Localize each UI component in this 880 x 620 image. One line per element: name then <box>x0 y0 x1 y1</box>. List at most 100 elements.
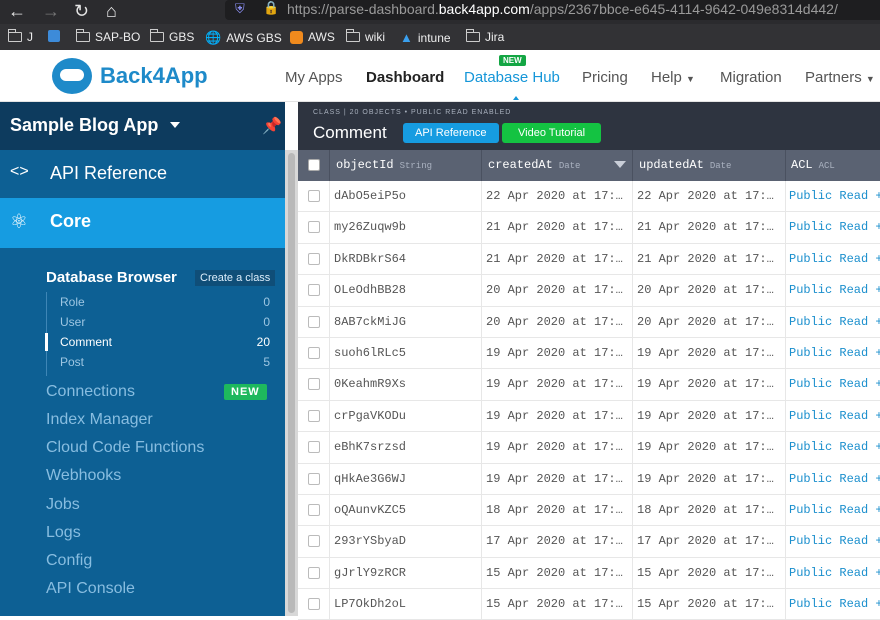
cell-createdat[interactable]: 20 Apr 2020 at 17:… <box>482 306 633 338</box>
bookmark-wiki[interactable]: wiki <box>346 29 385 44</box>
video-tutorial-button[interactable]: Video Tutorial <box>502 123 602 143</box>
back4app-logo[interactable]: Back4App <box>52 58 208 94</box>
cell-updatedat[interactable]: 20 Apr 2020 at 17:… <box>633 275 786 307</box>
nav-help[interactable]: Help ▼ <box>651 69 695 86</box>
row-checkbox-cell[interactable] <box>298 243 330 275</box>
table-row[interactable]: dAbO5eiP5o 22 Apr 2020 at 17:… 22 Apr 2020… <box>298 181 880 213</box>
cell-objectid[interactable]: 293rYSbyaD <box>330 526 482 558</box>
row-checkbox[interactable] <box>308 221 320 234</box>
cell-acl[interactable]: Public Read + <box>786 338 880 369</box>
sidebar-item-api-reference[interactable]: <> API Reference <box>0 150 285 198</box>
column-updatedat[interactable]: updatedAt Date <box>633 150 786 181</box>
cell-createdat[interactable]: 22 Apr 2020 at 17:… <box>482 181 633 212</box>
cell-createdat[interactable]: 21 Apr 2020 at 17:… <box>482 243 633 275</box>
sidebar-link-index-manager[interactable]: Index Manager <box>46 411 153 429</box>
row-checkbox-cell[interactable] <box>298 463 330 495</box>
cell-updatedat[interactable]: 17 Apr 2020 at 17:… <box>633 526 786 558</box>
cell-createdat[interactable]: 19 Apr 2020 at 17:… <box>482 369 633 401</box>
cell-objectid[interactable]: crPgaVKODu <box>330 400 482 432</box>
cell-createdat[interactable]: 15 Apr 2020 at 17:… <box>482 589 633 620</box>
table-row[interactable]: gJrlY9zRCR 15 Apr 2020 at 17:… 15 Apr 2020… <box>298 557 880 590</box>
forward-arrow-icon[interactable]: → <box>42 0 60 22</box>
table-row[interactable]: qHkAe3G6WJ 19 Apr 2020 at 17:… 19 Apr 2020… <box>298 463 880 495</box>
column-acl[interactable]: ACL ACL <box>786 150 880 181</box>
cell-acl[interactable]: Public Read + <box>786 307 880 338</box>
cell-acl[interactable]: Public Read + <box>786 464 880 495</box>
cell-objectid[interactable]: oQAunvKZC5 <box>330 494 482 526</box>
row-checkbox-cell[interactable] <box>298 337 330 369</box>
bookmark-j[interactable]: J <box>8 29 33 44</box>
cell-createdat[interactable]: 21 Apr 2020 at 17:… <box>482 212 633 244</box>
cell-acl[interactable]: Public Read + <box>786 558 880 589</box>
column-objectid[interactable]: objectId String <box>330 150 482 181</box>
row-checkbox-cell[interactable] <box>298 494 330 526</box>
sidebar-link-logs[interactable]: Logs <box>46 524 81 542</box>
class-item-role[interactable]: Role 0 <box>60 295 270 309</box>
class-item-comment[interactable]: Comment 20 <box>60 335 270 349</box>
bookmark-gbs[interactable]: GBS <box>150 29 194 44</box>
cell-updatedat[interactable]: 21 Apr 2020 at 17:… <box>633 212 786 244</box>
cell-objectid[interactable]: DkRDBkrS64 <box>330 243 482 275</box>
table-row[interactable]: 293rYSbyaD 17 Apr 2020 at 17:… 17 Apr 2020… <box>298 526 880 558</box>
cell-objectid[interactable]: OLeOdhBB28 <box>330 275 482 307</box>
cell-acl[interactable]: Public Read + <box>786 401 880 432</box>
cell-updatedat[interactable]: 19 Apr 2020 at 17:… <box>633 463 786 495</box>
nav-partners[interactable]: Partners ▼ <box>805 69 875 86</box>
class-item-user[interactable]: User 0 <box>60 315 270 329</box>
row-checkbox-cell[interactable] <box>298 212 330 244</box>
cell-updatedat[interactable]: 21 Apr 2020 at 17:… <box>633 243 786 275</box>
cell-objectid[interactable]: dAbO5eiP5o <box>330 181 482 212</box>
cell-acl[interactable]: Public Read + <box>786 495 880 526</box>
row-checkbox[interactable] <box>308 378 320 391</box>
table-row[interactable]: my26Zuqw9b 21 Apr 2020 at 17:… 21 Apr 2020… <box>298 212 880 244</box>
sidebar-link-config[interactable]: Config <box>46 552 92 570</box>
cell-acl[interactable]: Public Read + <box>786 432 880 463</box>
row-checkbox[interactable] <box>308 315 320 328</box>
bookmark-intune[interactable]: ▲ intune <box>400 30 451 45</box>
cell-acl[interactable]: Public Read + <box>786 589 880 620</box>
cell-createdat[interactable]: 20 Apr 2020 at 17:… <box>482 275 633 307</box>
home-icon[interactable]: ⌂ <box>106 0 117 22</box>
cell-updatedat[interactable]: 19 Apr 2020 at 17:… <box>633 400 786 432</box>
cell-updatedat[interactable]: 19 Apr 2020 at 17:… <box>633 337 786 369</box>
back-arrow-icon[interactable]: ← <box>8 0 26 22</box>
row-checkbox-cell[interactable] <box>298 369 330 401</box>
row-checkbox[interactable] <box>308 472 320 485</box>
cell-updatedat[interactable]: 20 Apr 2020 at 17:… <box>633 306 786 338</box>
row-checkbox-cell[interactable] <box>298 557 330 589</box>
cell-acl[interactable]: Public Read + <box>786 526 880 557</box>
row-checkbox[interactable] <box>308 441 320 454</box>
cell-updatedat[interactable]: 18 Apr 2020 at 17:… <box>633 494 786 526</box>
cell-objectid[interactable]: 8AB7ckMiJG <box>330 306 482 338</box>
cell-acl[interactable]: Public Read + <box>786 181 880 212</box>
scrollbar-thumb[interactable] <box>288 153 295 613</box>
row-checkbox-cell[interactable] <box>298 400 330 432</box>
row-checkbox-cell[interactable] <box>298 275 330 307</box>
bookmark-aws[interactable]: AWS <box>290 30 335 44</box>
database-browser-title[interactable]: Database Browser <box>46 269 177 286</box>
row-checkbox-cell[interactable] <box>298 526 330 558</box>
sidebar-link-connections[interactable]: Connections <box>46 383 135 401</box>
class-item-post[interactable]: Post 5 <box>60 355 270 369</box>
cell-acl[interactable]: Public Read + <box>786 369 880 400</box>
cell-createdat[interactable]: 19 Apr 2020 at 17:… <box>482 463 633 495</box>
table-row[interactable]: 0KeahmR9Xs 19 Apr 2020 at 17:… 19 Apr 2020… <box>298 369 880 401</box>
bookmark-aws-gbs[interactable]: 🌐 AWS GBS <box>205 30 282 46</box>
cell-updatedat[interactable]: 15 Apr 2020 at 17:… <box>633 557 786 589</box>
cell-createdat[interactable]: 15 Apr 2020 at 17:… <box>482 557 633 589</box>
row-checkbox[interactable] <box>308 598 320 611</box>
row-checkbox[interactable] <box>308 503 320 516</box>
cell-objectid[interactable]: gJrlY9zRCR <box>330 557 482 589</box>
bookmark-sap-bo[interactable]: SAP-BO <box>76 29 140 44</box>
app-selector[interactable]: Sample Blog App 📌 <box>0 102 285 150</box>
pin-icon[interactable]: 📌 <box>262 116 282 136</box>
bookmark-blank[interactable] <box>48 30 60 42</box>
reload-icon[interactable]: ↻ <box>74 0 89 22</box>
row-checkbox-cell[interactable] <box>298 306 330 338</box>
row-checkbox-cell[interactable] <box>298 432 330 464</box>
row-checkbox[interactable] <box>308 535 320 548</box>
table-row[interactable]: eBhK7srzsd 19 Apr 2020 at 17:… 19 Apr 2020… <box>298 432 880 464</box>
cell-objectid[interactable]: suoh6lRLc5 <box>330 337 482 369</box>
row-checkbox[interactable] <box>308 252 320 265</box>
cell-objectid[interactable]: LP7OkDh2oL <box>330 589 482 620</box>
